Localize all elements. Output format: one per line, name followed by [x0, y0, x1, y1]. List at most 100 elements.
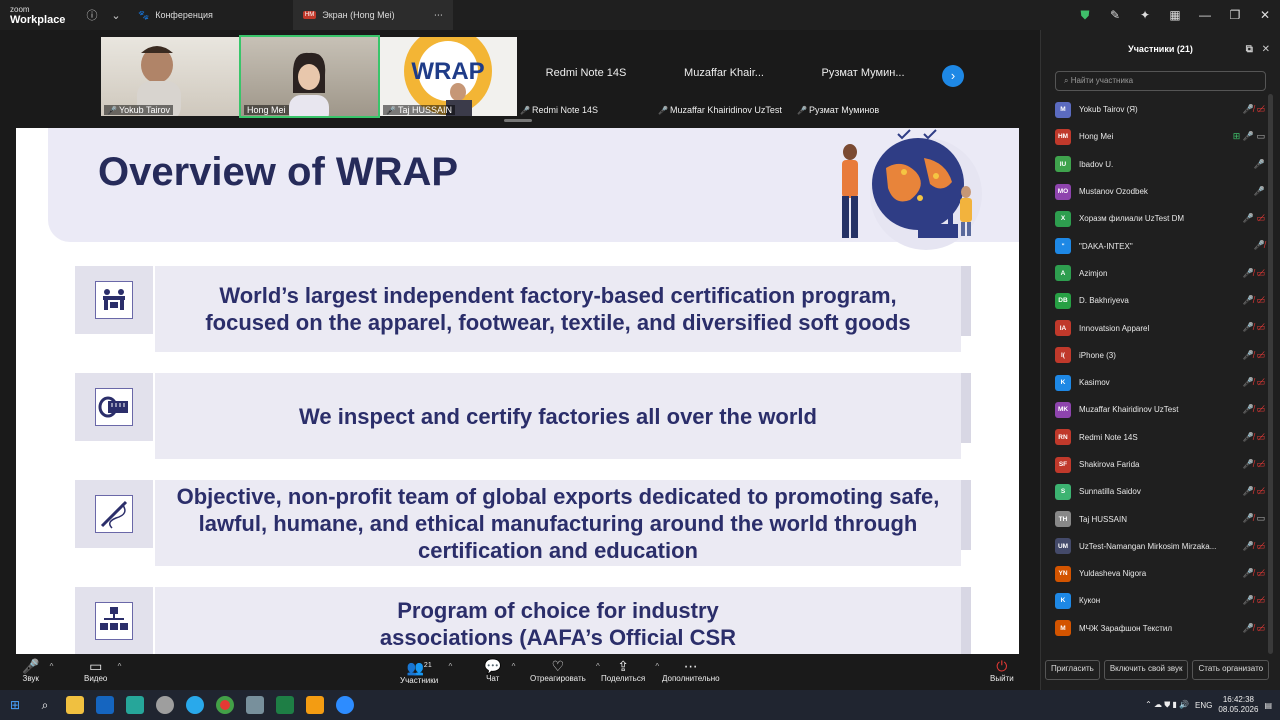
participant-row[interactable]: RN Redmi Note 14S 🎤̸ ▭̸ — [1041, 424, 1267, 451]
telegram-icon[interactable] — [180, 690, 210, 720]
minimize-icon[interactable]: — — [1190, 8, 1220, 22]
video-off-icon: ▭̸ — [1256, 486, 1265, 497]
app-orange-icon[interactable] — [300, 690, 330, 720]
pop-out-icon[interactable]: ⧉ — [1246, 44, 1253, 55]
restore-icon[interactable]: ❐ — [1220, 8, 1250, 22]
item-text: Program of choice for industry associati… — [155, 587, 961, 654]
screen-share-icon: ⊞ — [1232, 131, 1241, 142]
participant-status: 🎤̸ ▭̸ — [1243, 486, 1265, 497]
participant-row[interactable]: MO Mustanov Ozodbek 🎤 — [1041, 178, 1267, 205]
chevron-up-icon[interactable]: ^ — [448, 662, 452, 671]
layout-icon[interactable]: ▦ — [1160, 8, 1190, 22]
shield-icon[interactable]: ⛊ — [1070, 8, 1100, 23]
participant-row[interactable]: IU Ibadov U. 🎤 — [1041, 151, 1267, 178]
video-button[interactable]: ▭ Видео ^ — [84, 658, 121, 683]
name-tile-muzaffar[interactable]: Muzaffar Khair... 🎤 Muzaffar Khairidinov … — [658, 37, 790, 116]
share-screen-icon: ⇪ — [617, 658, 629, 674]
app-icon[interactable] — [150, 690, 180, 720]
participant-row[interactable]: M МЧЖ Зарафшон Текстил 🎤̸ ▭̸ — [1041, 615, 1267, 642]
chevron-up-icon[interactable]: ^ — [50, 662, 54, 671]
become-host-button[interactable]: Стать организато — [1192, 660, 1270, 680]
participant-row[interactable]: HM Hong Mei ⊞ 🎤 ▭ — [1041, 123, 1267, 150]
pen-icon[interactable]: ✎ — [1100, 8, 1130, 22]
clock[interactable]: 16:42:38 08.05.2026 — [1218, 695, 1258, 715]
leave-button[interactable]: ⏻ Выйти — [990, 658, 1014, 683]
unmute-self-button[interactable]: Включить свой звук — [1103, 660, 1189, 680]
chrome-icon[interactable] — [210, 690, 240, 720]
invite-button[interactable]: Пригласить — [1045, 660, 1100, 680]
participant-row[interactable]: I(iPhone (3) 🎤̸ ▭̸ — [1041, 342, 1267, 369]
participant-row[interactable]: YN Yuldasheva Nigora 🎤̸ ▭̸ — [1041, 560, 1267, 587]
chevron-up-icon[interactable]: ^ — [118, 662, 122, 671]
more-dots-icon: ⋯ — [683, 658, 698, 674]
chat-button[interactable]: 💬 Чат ^ — [484, 658, 515, 683]
participant-row[interactable]: IA Innovatsion Apparel 🎤̸ ▭̸ — [1041, 314, 1267, 341]
next-page-button[interactable]: › — [942, 65, 964, 87]
participant-name: МЧЖ Зарафшон Текстил — [1079, 623, 1173, 633]
video-off-icon: ▭̸ — [1256, 376, 1265, 387]
participant-row[interactable]: K Кукон 🎤̸ ▭̸ — [1041, 587, 1267, 614]
globe-illustration — [842, 129, 982, 250]
participant-row[interactable]: UM UzTest-Namangan Mirkosim Mirzaka... 🎤̸ … — [1041, 533, 1267, 560]
chevron-up-icon[interactable]: ^ — [512, 662, 516, 671]
item-icon-box — [75, 373, 153, 441]
more-button[interactable]: ⋯ Дополнительно — [662, 658, 720, 683]
video-icon: ▭ — [1256, 131, 1265, 142]
muted-mic-icon: 🎤 — [107, 106, 117, 115]
search-icon[interactable]: ⌕ — [30, 690, 60, 720]
tray-icons[interactable]: ⌃ ☁ ⛊ ▮ 🔊 — [1145, 700, 1189, 710]
avatar: I( — [1055, 347, 1071, 364]
more-options-icon[interactable]: ⋯ — [434, 10, 443, 21]
video-tile-taj[interactable]: WRAP 🎤 Taj HUSSAIN — [380, 37, 517, 116]
muted-mic-icon: 🎤̸ — [1242, 267, 1254, 278]
participant-row[interactable]: " "DAKA-INTEX" 🎤̸ — [1041, 232, 1267, 259]
excel-icon[interactable] — [270, 690, 300, 720]
file-explorer-icon[interactable] — [60, 690, 90, 720]
participant-search-input[interactable]: ⌕ Найти участника — [1055, 71, 1266, 91]
close-icon[interactable]: ✕ — [1250, 8, 1280, 22]
muted-mic-icon: 🎤̸ — [1242, 431, 1254, 442]
notes-icon[interactable] — [240, 690, 270, 720]
participant-row[interactable]: K Kasimov 🎤̸ ▭̸ — [1041, 369, 1267, 396]
video-off-icon: ▭̸ — [1256, 431, 1265, 442]
participant-name: Mustanov Ozodbek — [1079, 187, 1148, 197]
zoom-taskbar-icon[interactable] — [330, 690, 360, 720]
participant-list-scrollbar[interactable] — [1268, 94, 1273, 654]
windows-start-icon[interactable]: ⊞ — [0, 690, 30, 720]
sparkle-icon[interactable]: ✦ — [1130, 8, 1160, 22]
participant-row[interactable]: DB D. Bakhriyeva 🎤̸ ▭̸ — [1041, 287, 1267, 314]
video-tile-yokub[interactable]: 🎤 Yokub Tairov — [101, 37, 239, 116]
chevron-up-icon[interactable]: ^ — [655, 662, 659, 671]
avatar: RN — [1055, 429, 1071, 446]
participant-name: Muzaffar Khairidinov UzTest — [1079, 405, 1179, 415]
participant-name: UzTest-Namangan Mirkosim Mirzaka... — [1079, 541, 1217, 551]
language-indicator[interactable]: ENG — [1195, 701, 1212, 710]
participant-row[interactable]: A Azimjon 🎤̸ ▭̸ — [1041, 260, 1267, 287]
participant-row[interactable]: X Хоразм филиали UzTest DM 🎤 ▭̸ — [1041, 205, 1267, 232]
participant-row[interactable]: M Yokub Tairov (Я) 🎤̸ ▭̸ — [1041, 96, 1267, 123]
participant-row[interactable]: SF Shakirova Farida 🎤̸ ▭̸ — [1041, 451, 1267, 478]
info-icon[interactable]: ⓘ — [80, 7, 104, 23]
audio-button[interactable]: 🎤 Звук ^ — [22, 658, 53, 683]
react-button[interactable]: ♡ Отреагировать ^ — [530, 658, 600, 683]
tab-screen-share[interactable]: HM Экран (Hong Mei) ⋯ — [292, 0, 453, 30]
outlook-icon[interactable] — [90, 690, 120, 720]
tab-meeting[interactable]: 🐾 Конференция — [128, 0, 223, 30]
participant-row[interactable]: MK Muzaffar Khairidinov UzTest 🎤̸ ▭̸ — [1041, 396, 1267, 423]
chevron-down-icon[interactable]: ⌄ — [104, 9, 128, 22]
video-tile-hong-mei[interactable]: Hong Mei — [239, 35, 380, 118]
participant-row[interactable]: TH Taj HUSSAIN 🎤̸ ▭ — [1041, 505, 1267, 532]
name-tile-ruzmat[interactable]: Рузмат Мумин... 🎤 Рузмат Муминов — [797, 37, 929, 116]
close-panel-icon[interactable]: ✕ — [1262, 44, 1270, 55]
name-tile-redmi[interactable]: Redmi Note 14S 🎤 Redmi Note 14S — [520, 37, 652, 116]
chevron-up-icon[interactable]: ^ — [596, 662, 600, 671]
strip-resize-handle[interactable] — [504, 119, 532, 122]
mic-icon: 🎤 — [1253, 185, 1265, 196]
notifications-icon[interactable]: ▤ — [1264, 701, 1272, 710]
system-tray: ⌃ ☁ ⛊ ▮ 🔊 ENG 16:42:38 08.05.2026 ▤ — [1145, 690, 1280, 720]
participant-status: 🎤̸ ▭̸ — [1243, 404, 1265, 415]
share-button[interactable]: ⇪ Поделиться ^ — [601, 658, 659, 683]
participant-row[interactable]: S Sunnatilla Saidov 🎤̸ ▭̸ — [1041, 478, 1267, 505]
participants-button[interactable]: 👥21 Участники ^ — [400, 658, 452, 685]
store-icon[interactable] — [120, 690, 150, 720]
